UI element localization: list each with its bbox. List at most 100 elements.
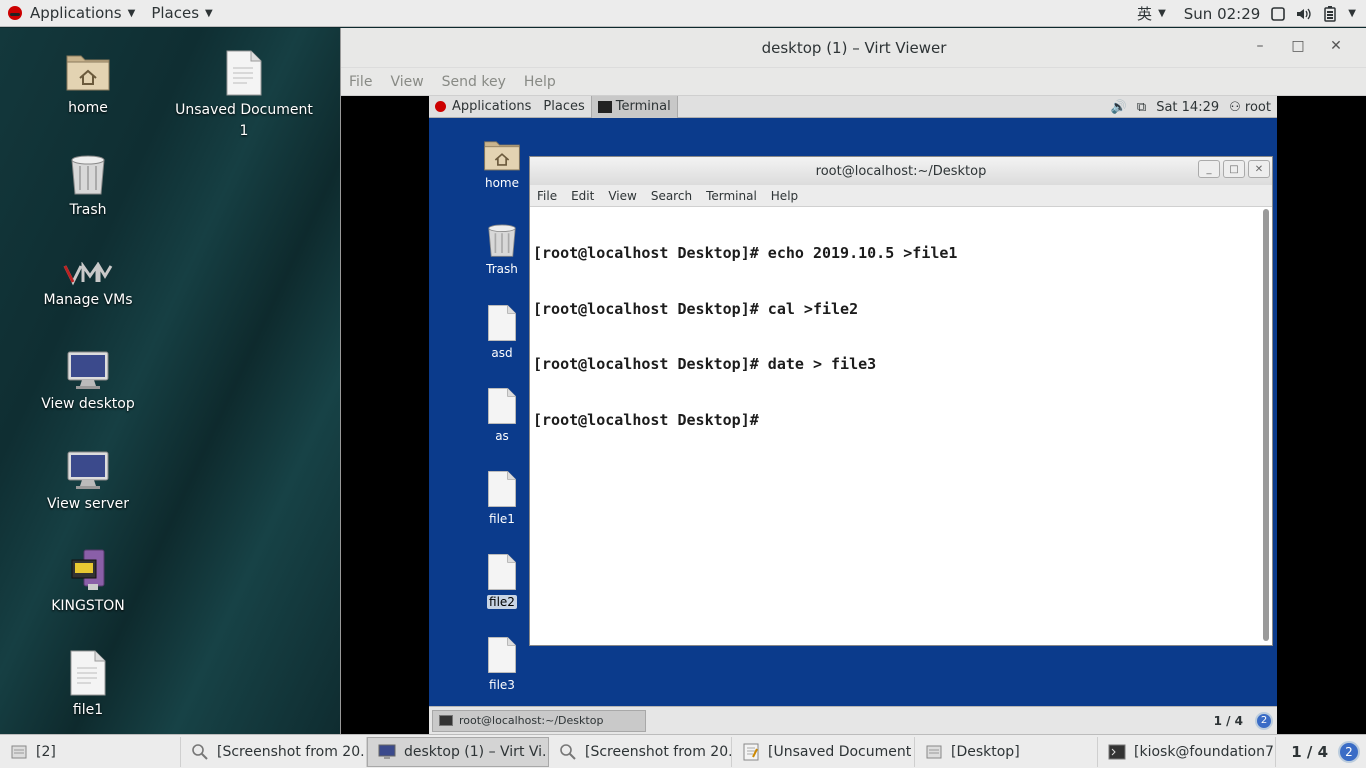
desktop-icon-label: KINGSTON — [51, 598, 125, 614]
terminal-line: [root@localhost Desktop]# echo 2019.10.5… — [533, 244, 958, 262]
desktop-icon-unsaved-document[interactable]: Unsaved Document 1 — [174, 50, 314, 142]
guest-icon-label: home — [484, 176, 520, 190]
window-titlebar[interactable]: desktop (1) – Virt Viewer – □ ✕ — [341, 28, 1366, 68]
network-icon[interactable]: ⧉ — [1137, 100, 1146, 115]
window-icon[interactable] — [1270, 6, 1286, 22]
taskbar-item[interactable]: [Unsaved Document ... — [732, 736, 915, 767]
terminal-scrollbar[interactable] — [1263, 209, 1269, 641]
desktop-icon-label: View desktop — [41, 396, 135, 412]
input-method-menu[interactable]: 英 ▼ — [1137, 3, 1166, 24]
desktop-icon-label: Unsaved Document 1 — [175, 102, 313, 139]
guest-icon-trash[interactable]: Trash — [472, 220, 532, 276]
guest-icon-home[interactable]: home — [472, 138, 532, 190]
desktop-icon-label: Manage VMs — [43, 292, 133, 308]
desktop-icon-view-desktop[interactable]: View desktop — [18, 350, 158, 415]
workspace-indicator[interactable]: 1 / 4 — [1291, 743, 1328, 761]
trash-icon — [488, 224, 516, 257]
guest-places-menu[interactable]: Places — [537, 96, 590, 118]
taskbar-item[interactable]: [Screenshot from 20... — [181, 736, 367, 767]
menu-send-key[interactable]: Send key — [442, 74, 506, 90]
guest-icon-label: as — [495, 429, 509, 443]
volume-icon[interactable]: 🔊 — [1111, 100, 1127, 115]
places-menu[interactable]: Places ▼ — [143, 0, 220, 27]
guest-icon-file3[interactable]: file3 — [472, 636, 532, 692]
menu-search[interactable]: Search — [651, 189, 692, 203]
chevron-down-icon: ▼ — [1158, 8, 1166, 19]
guest-workspace-indicator[interactable]: 1 / 4 — [1214, 714, 1243, 728]
guest-active-app[interactable]: Terminal — [590, 96, 678, 118]
guest-applications-label: Applications — [452, 99, 532, 114]
terminal-output[interactable]: [root@localhost Desktop]# echo 2019.10.5… — [532, 207, 1258, 643]
guest-top-bar: Applications Places Terminal 🔊 ⧉ Sat 14:… — [429, 96, 1277, 118]
notification-badge[interactable]: 2 — [1338, 741, 1360, 763]
terminal-line: [root@localhost Desktop]# — [533, 410, 768, 429]
terminal-window: root@localhost:~/Desktop _ □ ✕ File Edit… — [529, 156, 1273, 646]
menu-file[interactable]: File — [349, 74, 372, 90]
desktop-icon-label: Trash — [69, 202, 107, 218]
terminal-title: root@localhost:~/Desktop — [815, 163, 987, 179]
menu-file[interactable]: File — [537, 189, 557, 203]
document-icon — [488, 471, 516, 507]
guest-taskbar-item[interactable]: root@localhost:~/Desktop — [432, 709, 646, 732]
desktop-icon-view-server[interactable]: View server — [18, 450, 158, 515]
taskbar-item-label: [Desktop] — [951, 743, 1020, 760]
taskbar-item-label: [Screenshot from 20... — [217, 743, 367, 760]
maximize-button[interactable]: □ — [1223, 160, 1245, 178]
guest-notification-badge[interactable]: 2 — [1255, 711, 1273, 730]
guest-icon-file1[interactable]: file1 — [472, 470, 532, 526]
terminal-titlebar[interactable]: root@localhost:~/Desktop _ □ ✕ — [530, 157, 1272, 185]
user-icon: ⚇ — [1229, 99, 1245, 115]
terminal-icon — [439, 715, 453, 726]
menu-help[interactable]: Help — [771, 189, 798, 203]
guest-clock[interactable]: Sat 14:29 — [1156, 100, 1219, 115]
guest-icon-file2[interactable]: file2 — [472, 553, 532, 609]
guest-icon-label: asd — [491, 346, 513, 360]
usb-drive-icon — [71, 549, 105, 590]
taskbar-item[interactable]: [Screenshot from 20... — [549, 736, 732, 767]
applications-menu[interactable]: Applications ▼ — [0, 0, 143, 27]
taskbar-item[interactable]: [2] — [0, 736, 181, 767]
guest-icon-as[interactable]: as — [472, 387, 532, 443]
terminal-icon — [597, 100, 612, 113]
taskbar-item[interactable]: [Desktop] — [915, 736, 1098, 767]
desktop-icon-kingston[interactable]: KINGSTON — [18, 548, 158, 617]
menu-terminal[interactable]: Terminal — [706, 189, 757, 203]
redhat-logo-icon — [8, 6, 22, 20]
guest-taskbar: root@localhost:~/Desktop 1 / 4 2 — [429, 706, 1277, 734]
taskbar-item[interactable]: [kiosk@foundation7... — [1098, 736, 1276, 767]
taskbar-item[interactable]: desktop (1) – Virt Vi... — [367, 736, 549, 767]
desktop-icon-trash[interactable]: Trash — [18, 150, 158, 221]
clock[interactable]: Sun 02:29 — [1184, 5, 1261, 23]
guest-icon-asd[interactable]: asd — [472, 304, 532, 360]
guest-display[interactable]: Applications Places Terminal 🔊 ⧉ Sat 14:… — [429, 96, 1277, 734]
minimize-button[interactable]: – — [1241, 38, 1279, 54]
close-button[interactable]: ✕ — [1317, 38, 1355, 54]
screenshot-icon — [559, 743, 577, 761]
folder-home-icon — [66, 55, 110, 91]
guest-icon-label: file1 — [489, 512, 515, 526]
menu-view[interactable]: View — [390, 74, 423, 90]
menu-edit[interactable]: Edit — [571, 189, 594, 203]
menu-help[interactable]: Help — [524, 74, 556, 90]
chevron-down-icon[interactable]: ▼ — [1348, 8, 1356, 19]
screenshot-icon — [191, 743, 209, 761]
guest-applications-menu[interactable]: Applications — [429, 96, 537, 118]
volume-icon[interactable] — [1296, 6, 1312, 22]
menu-view[interactable]: View — [608, 189, 636, 203]
terminal-line: [root@localhost Desktop]# date > file3 — [533, 355, 877, 373]
close-button[interactable]: ✕ — [1248, 160, 1270, 178]
monitor-icon — [67, 351, 109, 389]
host-taskbar: [2] [Screenshot from 20... desktop (1) –… — [0, 734, 1366, 768]
guest-user-label: root — [1244, 99, 1271, 115]
desktop-icon-file1[interactable]: file1 — [18, 650, 158, 721]
guest-active-app-label: Terminal — [615, 99, 671, 114]
document-icon — [70, 650, 106, 696]
maximize-button[interactable]: □ — [1279, 38, 1317, 54]
minimize-button[interactable]: _ — [1198, 160, 1220, 178]
desktop-icon-home[interactable]: home — [18, 50, 158, 119]
desktop-icon-manage-vms[interactable]: Manage VMs — [18, 262, 158, 311]
window-title: desktop (1) – Virt Viewer — [761, 38, 947, 57]
battery-icon[interactable] — [1322, 5, 1338, 22]
guest-icon-label: Trash — [486, 262, 518, 276]
guest-user-menu[interactable]: ⚇ root — [1229, 100, 1271, 115]
